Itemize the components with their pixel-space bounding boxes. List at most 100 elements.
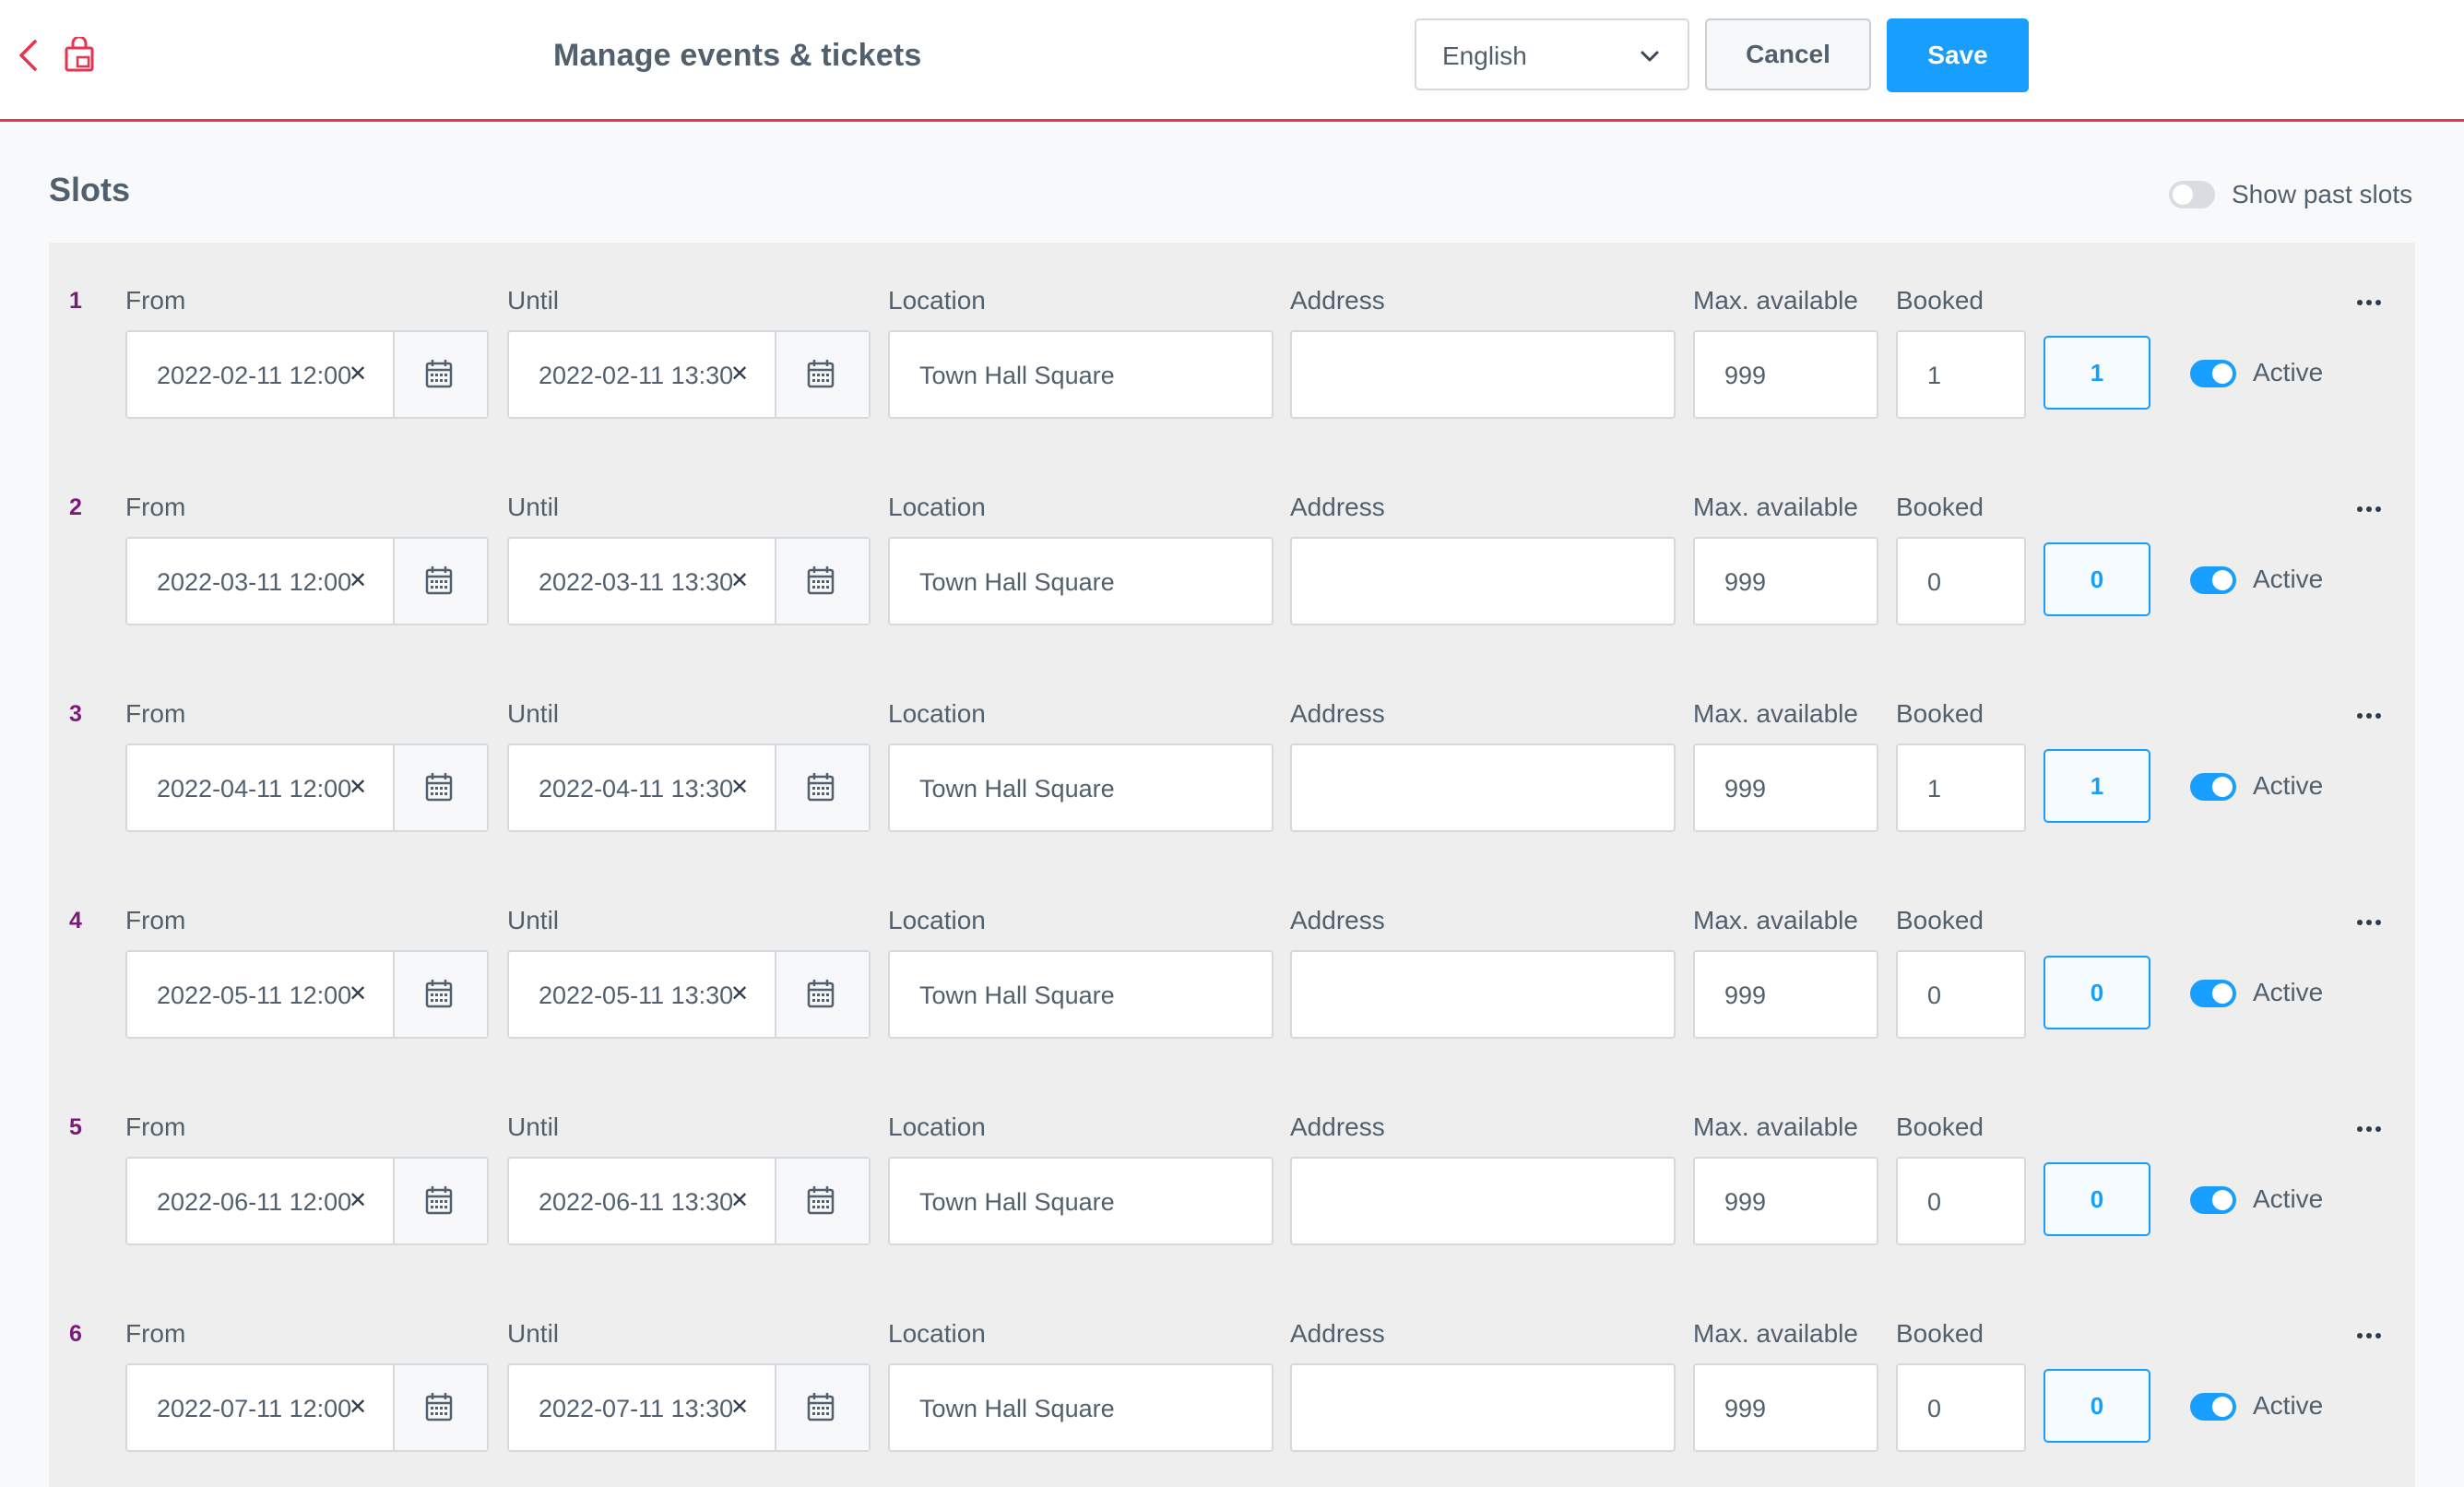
max-available-field[interactable]: 999 [1693,744,1878,832]
more-dots-icon[interactable] [2351,293,2387,312]
location-value: Town Hall Square [919,981,1115,1009]
page-header: Manage events & tickets English Cancel S… [0,0,2464,122]
close-icon[interactable]: ✕ [730,568,749,594]
booked-field[interactable]: 0 [1896,537,2026,625]
close-icon[interactable]: ✕ [730,1188,749,1214]
active-toggle[interactable] [2190,566,2236,594]
location-field[interactable]: Town Hall Square [888,330,1273,419]
max-available-field[interactable]: 999 [1693,950,1878,1039]
close-icon[interactable]: ✕ [730,981,749,1007]
location-field[interactable]: Town Hall Square [888,1157,1273,1245]
address-field[interactable] [1290,537,1676,625]
calendar-icon[interactable] [393,332,487,417]
until-date-field[interactable]: 2022-02-11 13:30 ✕ [507,330,871,419]
cancel-button[interactable]: Cancel [1705,18,1871,90]
address-label: Address [1290,493,1385,521]
close-icon[interactable]: ✕ [349,775,367,801]
calendar-icon[interactable] [775,952,869,1037]
language-select-value: English [1442,42,1527,70]
address-field[interactable] [1290,1363,1676,1452]
more-dots-icon[interactable] [2351,707,2387,725]
from-date-field[interactable]: 2022-02-11 12:00 ✕ [125,330,489,419]
show-past-slots-toggle[interactable] [2169,181,2215,208]
calendar-icon[interactable] [393,1159,487,1243]
location-field[interactable]: Town Hall Square [888,950,1273,1039]
until-date-field[interactable]: 2022-06-11 13:30 ✕ [507,1157,871,1245]
until-date-field[interactable]: 2022-05-11 13:30 ✕ [507,950,871,1039]
slot-row: 6 From 2022-07-11 12:00 ✕ Until 2022-07-… [49,1276,2415,1482]
until-date-field[interactable]: 2022-07-11 13:30 ✕ [507,1363,871,1452]
from-label: From [125,1112,186,1141]
slot-row: 2 From 2022-03-11 12:00 ✕ Until 2022-03-… [49,449,2415,656]
from-date-field[interactable]: 2022-05-11 12:00 ✕ [125,950,489,1039]
view-bookings-button[interactable]: 1 [2043,336,2150,410]
calendar-icon[interactable] [393,952,487,1037]
calendar-icon[interactable] [393,1365,487,1450]
location-value: Town Hall Square [919,568,1115,596]
calendar-icon[interactable] [775,745,869,830]
max-available-field[interactable]: 999 [1693,330,1878,419]
more-dots-icon[interactable] [2351,1120,2387,1138]
more-dots-icon[interactable] [2351,500,2387,518]
language-select[interactable]: English [1415,18,1689,90]
booked-value: 0 [1927,981,1942,1009]
booked-field[interactable]: 1 [1896,330,2026,419]
location-label: Location [888,1112,986,1141]
booked-field[interactable]: 0 [1896,1157,2026,1245]
active-toggle[interactable] [2190,1186,2236,1214]
slot-number: 5 [69,1114,82,1140]
from-date-field[interactable]: 2022-03-11 12:00 ✕ [125,537,489,625]
max-available-label: Max. available [1693,286,1858,315]
close-icon[interactable]: ✕ [349,981,367,1007]
max-available-field[interactable]: 999 [1693,1363,1878,1452]
close-icon[interactable]: ✕ [349,362,367,387]
view-bookings-button[interactable]: 0 [2043,956,2150,1029]
slot-row: 5 From 2022-06-11 12:00 ✕ Until 2022-06-… [49,1069,2415,1276]
calendar-icon[interactable] [775,539,869,624]
max-available-field[interactable]: 999 [1693,1157,1878,1245]
address-field[interactable] [1290,330,1676,419]
calendar-icon[interactable] [393,745,487,830]
view-bookings-button[interactable]: 0 [2043,542,2150,616]
view-bookings-button[interactable]: 0 [2043,1162,2150,1236]
booked-field[interactable]: 0 [1896,1363,2026,1452]
address-field[interactable] [1290,1157,1676,1245]
address-field[interactable] [1290,950,1676,1039]
more-dots-icon[interactable] [2351,913,2387,932]
close-icon[interactable]: ✕ [349,568,367,594]
view-bookings-button[interactable]: 1 [2043,749,2150,823]
close-icon[interactable]: ✕ [349,1188,367,1214]
location-field[interactable]: Town Hall Square [888,744,1273,832]
from-date-field[interactable]: 2022-06-11 12:00 ✕ [125,1157,489,1245]
close-icon[interactable]: ✕ [730,362,749,387]
view-bookings-button[interactable]: 0 [2043,1369,2150,1443]
from-date-field[interactable]: 2022-04-11 12:00 ✕ [125,744,489,832]
calendar-icon[interactable] [393,539,487,624]
from-date-field[interactable]: 2022-07-11 12:00 ✕ [125,1363,489,1452]
max-available-field[interactable]: 999 [1693,537,1878,625]
booked-field[interactable]: 0 [1896,950,2026,1039]
active-toggle[interactable] [2190,360,2236,387]
slots-title: Slots [49,171,131,208]
active-toggle[interactable] [2190,773,2236,801]
location-field[interactable]: Town Hall Square [888,1363,1273,1452]
active-toggle[interactable] [2190,1393,2236,1421]
close-icon[interactable]: ✕ [730,775,749,801]
calendar-icon[interactable] [775,1365,869,1450]
location-field[interactable]: Town Hall Square [888,537,1273,625]
open-in-shop-icon[interactable] [63,35,100,74]
address-field[interactable] [1290,744,1676,832]
until-date-field[interactable]: 2022-03-11 13:30 ✕ [507,537,871,625]
back-icon[interactable] [13,37,44,74]
active-label: Active [2253,978,2324,1006]
calendar-icon[interactable] [775,1159,869,1243]
active-toggle[interactable] [2190,980,2236,1007]
max-available-value: 999 [1724,1395,1767,1422]
close-icon[interactable]: ✕ [349,1395,367,1421]
close-icon[interactable]: ✕ [730,1395,749,1421]
more-dots-icon[interactable] [2351,1326,2387,1345]
until-date-field[interactable]: 2022-04-11 13:30 ✕ [507,744,871,832]
calendar-icon[interactable] [775,332,869,417]
save-button[interactable]: Save [1887,18,2029,92]
booked-field[interactable]: 1 [1896,744,2026,832]
